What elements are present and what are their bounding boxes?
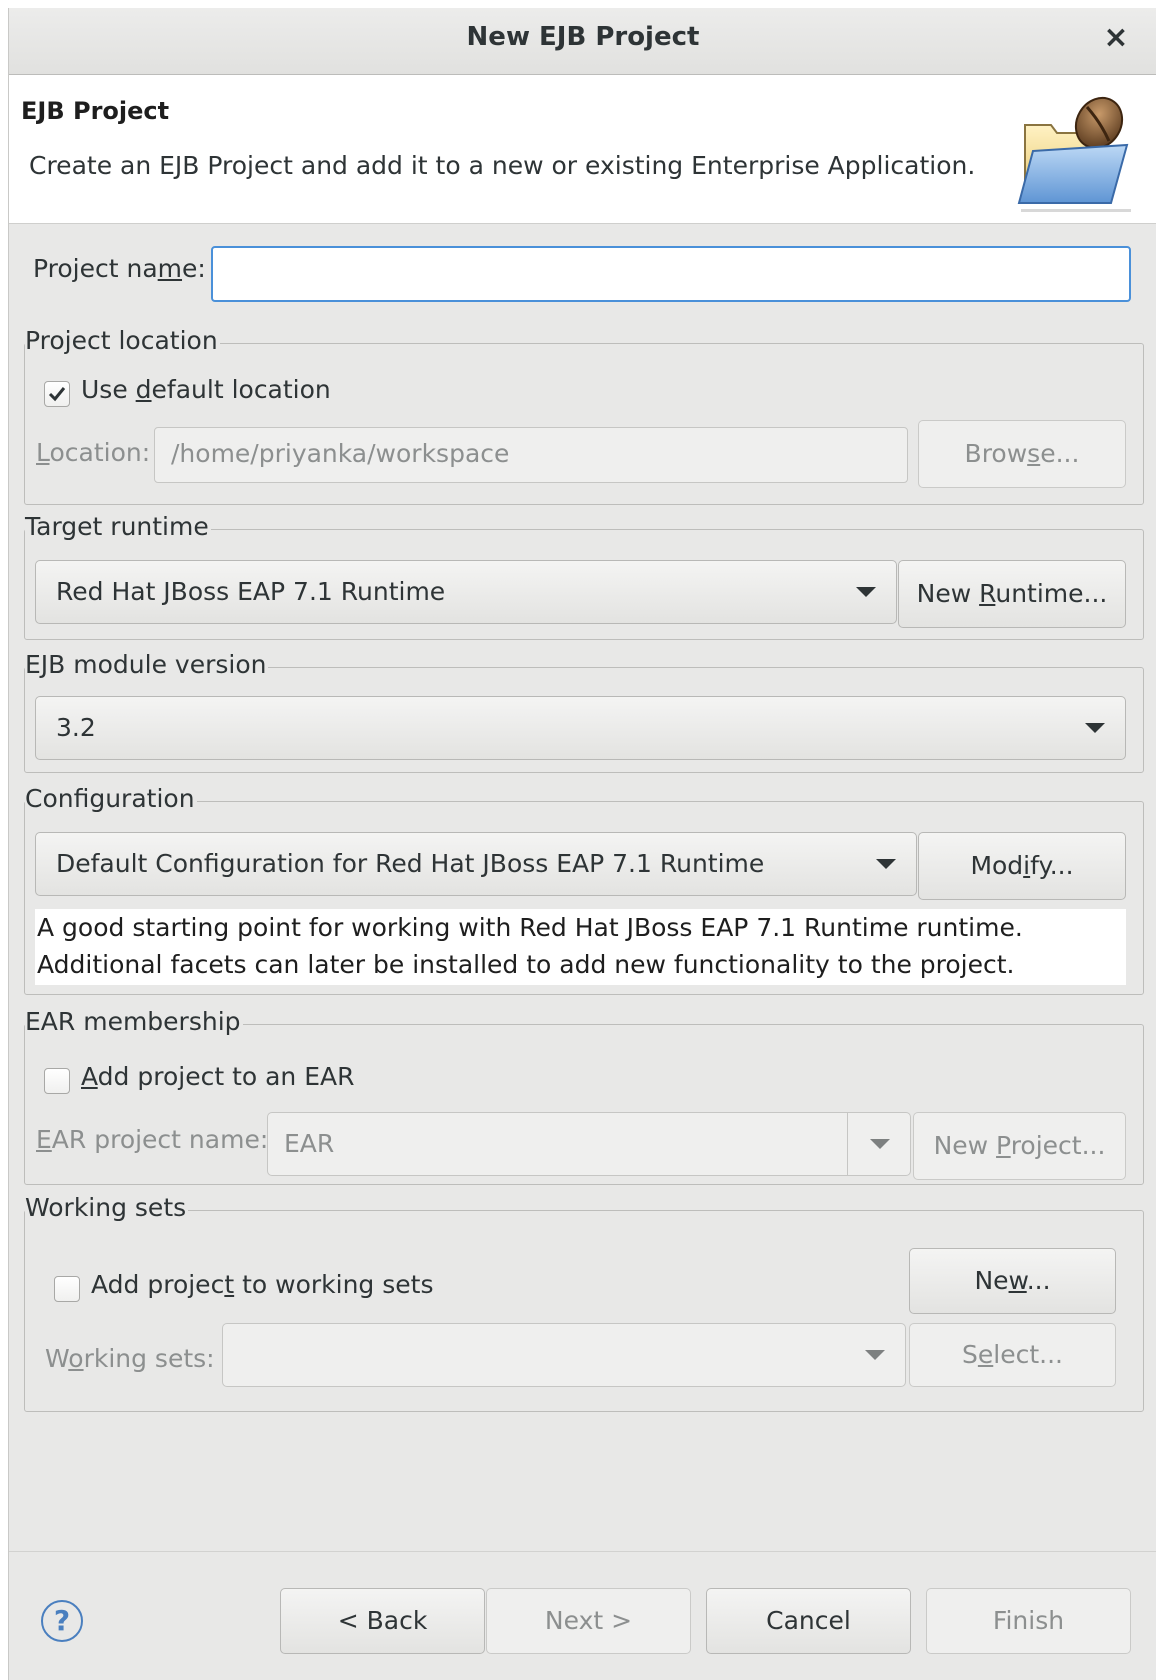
folder-ejb-icon: [1017, 96, 1131, 212]
help-icon[interactable]: ?: [41, 1600, 83, 1642]
use-default-location-checkbox[interactable]: [44, 381, 70, 407]
page-description: Create an EJB Project and add it to a ne…: [29, 151, 976, 180]
working-sets-label: Working sets:: [45, 1344, 215, 1373]
window-title: New EJB Project: [466, 22, 700, 52]
configuration-description-line1: A good starting point for working with R…: [37, 913, 1023, 942]
working-sets-select[interactable]: [222, 1323, 906, 1387]
use-default-location-label: Use default location: [81, 375, 331, 404]
location-input[interactable]: /home/priyanka/workspace: [154, 427, 908, 483]
chevron-down-icon: [1085, 723, 1105, 733]
footer-separator: [9, 1551, 1156, 1552]
location-label: Location:: [36, 438, 151, 467]
new-project-button[interactable]: New Project...: [913, 1112, 1126, 1180]
add-to-working-sets-checkbox[interactable]: [54, 1276, 80, 1302]
target-runtime-select[interactable]: Red Hat JBoss EAP 7.1 Runtime: [35, 560, 897, 624]
back-button[interactable]: < Back: [280, 1588, 485, 1654]
ear-project-name-combo[interactable]: EAR: [267, 1112, 911, 1176]
new-working-set-button[interactable]: New...: [909, 1248, 1116, 1314]
configuration-group-label: Configuration: [25, 784, 197, 813]
new-ejb-project-dialog: New EJB Project × EJB Project Create an …: [8, 8, 1156, 1680]
wizard-header: EJB Project Create an EJB Project and ad…: [9, 75, 1156, 224]
project-name-input[interactable]: [211, 246, 1131, 302]
add-to-ear-label: Add project to an EAR: [81, 1062, 355, 1091]
add-to-working-sets-label: Add project to working sets: [91, 1270, 434, 1299]
finish-button[interactable]: Finish: [926, 1588, 1131, 1654]
cancel-button[interactable]: Cancel: [706, 1588, 911, 1654]
combo-separator: [847, 1113, 848, 1175]
select-working-sets-button[interactable]: Select...: [909, 1323, 1116, 1387]
modify-button[interactable]: Modify...: [918, 832, 1126, 900]
project-location-group-label: Project location: [25, 326, 220, 355]
chevron-down-icon: [856, 587, 876, 597]
configuration-description: A good starting point for working with R…: [35, 909, 1126, 985]
working-sets-group-label: Working sets: [25, 1193, 189, 1222]
ejb-module-version-group-label: EJB module version: [25, 650, 269, 679]
ear-membership-group-label: EAR membership: [25, 1007, 243, 1036]
add-to-ear-checkbox[interactable]: [44, 1068, 70, 1094]
ear-project-name-label: EAR project name:: [36, 1125, 269, 1154]
chevron-down-icon: [876, 859, 896, 869]
browse-button[interactable]: Browse...: [918, 420, 1126, 488]
next-button[interactable]: Next >: [486, 1588, 691, 1654]
page-title: EJB Project: [21, 97, 170, 125]
chevron-down-icon: [865, 1350, 885, 1360]
checkmark-icon: [48, 387, 66, 402]
new-runtime-button[interactable]: New Runtime...: [898, 560, 1126, 628]
title-bar: New EJB Project ×: [9, 8, 1156, 75]
project-name-label: Project name:: [33, 254, 206, 283]
close-icon[interactable]: ×: [1099, 18, 1133, 58]
configuration-select[interactable]: Default Configuration for Red Hat JBoss …: [35, 832, 917, 896]
target-runtime-group-label: Target runtime: [25, 512, 211, 541]
ejb-module-version-select[interactable]: 3.2: [35, 696, 1126, 760]
chevron-down-icon: [870, 1139, 890, 1149]
configuration-description-line2: Additional facets can later be installed…: [37, 950, 1015, 979]
